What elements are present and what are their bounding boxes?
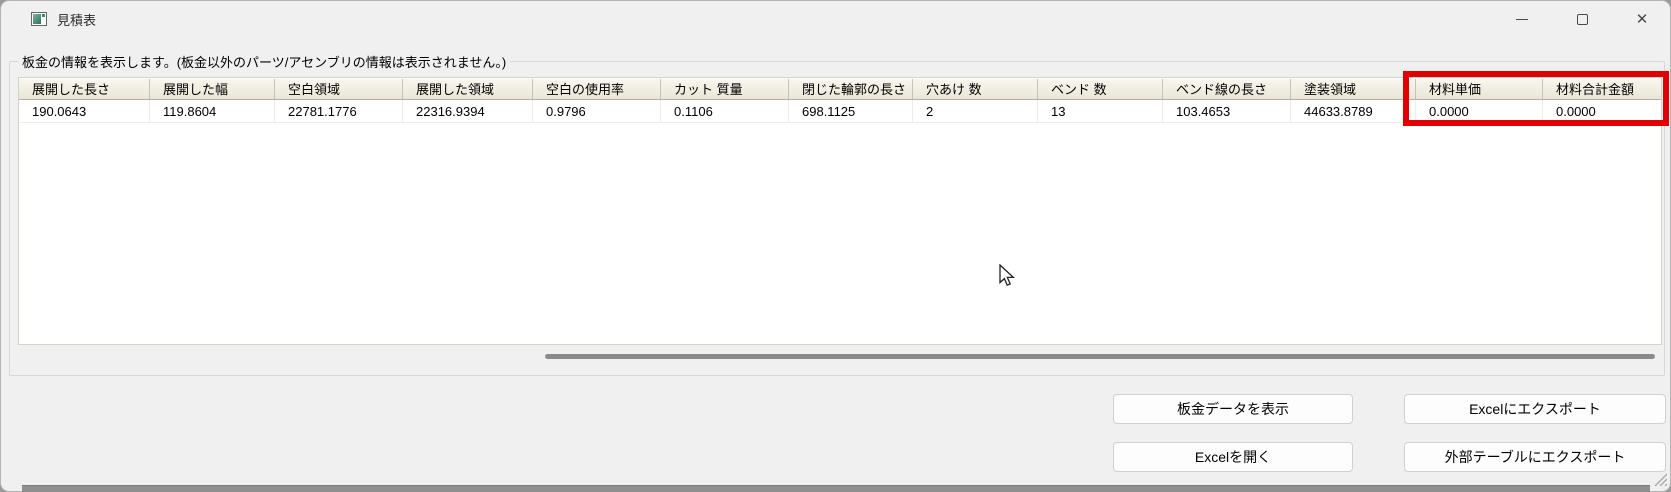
table-row[interactable]: 190.0643 119.8604 22781.1776 22316.9394 … — [19, 100, 1661, 123]
column-header-hole-count[interactable]: 穴あけ 数 — [913, 79, 1038, 99]
close-icon: ✕ — [1635, 10, 1649, 28]
estimate-table: 展開した長さ 展開した幅 空白領域 展開した領域 空白の使用率 カット 質量 閉… — [18, 77, 1662, 345]
column-header-blank-area[interactable]: 空白領域 — [275, 79, 403, 99]
cell-unfolded-area: 22316.9394 — [403, 100, 533, 122]
app-icon — [31, 12, 47, 26]
open-excel-button[interactable]: Excelを開く — [1113, 442, 1353, 472]
cell-bend-line-length: 103.4653 — [1163, 100, 1291, 122]
window-title: 見積表 — [57, 13, 97, 28]
column-header-bend-count[interactable]: ベンド 数 — [1038, 79, 1163, 99]
cell-material-unit-price: 0.0000 — [1416, 100, 1543, 122]
column-header-closed-contour-length[interactable]: 閉じた輪郭の長さ — [789, 79, 913, 99]
column-header-blank-usage-rate[interactable]: 空白の使用率 — [533, 79, 661, 99]
cell-unfolded-length: 190.0643 — [19, 100, 150, 122]
export-to-external-table-button[interactable]: 外部テーブルにエクスポート — [1404, 442, 1666, 472]
cell-cut-mass: 0.1106 — [661, 100, 789, 122]
cell-blank-usage-rate: 0.9796 — [533, 100, 661, 122]
maximize-icon — [1576, 13, 1588, 25]
column-header-material-unit-price[interactable]: 材料単価 — [1416, 79, 1543, 99]
cell-unfolded-width: 119.8604 — [150, 100, 275, 122]
close-button[interactable]: ✕ — [1619, 1, 1665, 37]
app-icon-tick — [42, 14, 45, 17]
cell-blank-area: 22781.1776 — [275, 100, 403, 122]
horizontal-scrollbar-thumb[interactable] — [545, 354, 1655, 359]
column-header-unfolded-width[interactable]: 展開した幅 — [150, 79, 275, 99]
groupbox-label: 板金の情報を表示します。(板金以外のパーツ/アセンブリの情報は表示されません。) — [18, 52, 511, 71]
cell-hole-count: 2 — [913, 100, 1038, 122]
sheet-metal-groupbox: 板金の情報を表示します。(板金以外のパーツ/アセンブリの情報は表示されません。)… — [9, 52, 1665, 376]
resize-grip[interactable] — [1651, 470, 1667, 486]
maximize-button[interactable] — [1559, 1, 1605, 37]
table-header-row: 展開した長さ 展開した幅 空白領域 展開した領域 空白の使用率 カット 質量 閉… — [19, 78, 1661, 100]
export-to-excel-button[interactable]: Excelにエクスポート — [1404, 394, 1666, 424]
column-header-cut-mass[interactable]: カット 質量 — [661, 79, 789, 99]
window-bottom-edge — [22, 485, 1650, 492]
cell-closed-contour-length: 698.1125 — [789, 100, 913, 122]
minimize-icon — [1516, 18, 1528, 20]
dialog-window: 見積表 ✕ 板金の情報を表示します。(板金以外のパーツ/アセンブリの情報は表示さ… — [0, 0, 1671, 492]
minimize-button[interactable] — [1499, 1, 1545, 37]
column-header-unfolded-length[interactable]: 展開した長さ — [19, 79, 150, 99]
column-header-unfolded-area[interactable]: 展開した領域 — [403, 79, 533, 99]
column-header-bend-line-length[interactable]: ベンド線の長さ — [1163, 79, 1291, 99]
column-header-painted-area[interactable]: 塗装領域 — [1291, 79, 1416, 99]
mouse-cursor — [999, 264, 1015, 287]
column-header-material-total-price[interactable]: 材料合計金額 — [1543, 79, 1661, 99]
screen: 見積表 ✕ 板金の情報を表示します。(板金以外のパーツ/アセンブリの情報は表示さ… — [0, 0, 1671, 492]
cell-bend-count: 13 — [1038, 100, 1163, 122]
titlebar[interactable]: 見積表 ✕ — [1, 1, 1670, 37]
show-sheet-metal-data-button[interactable]: 板金データを表示 — [1113, 394, 1353, 424]
cell-material-total-price: 0.0000 — [1556, 104, 1596, 119]
cell-painted-area: 44633.8789 — [1291, 100, 1416, 122]
app-icon-fill — [33, 14, 41, 24]
horizontal-scrollbar[interactable] — [18, 346, 1662, 375]
